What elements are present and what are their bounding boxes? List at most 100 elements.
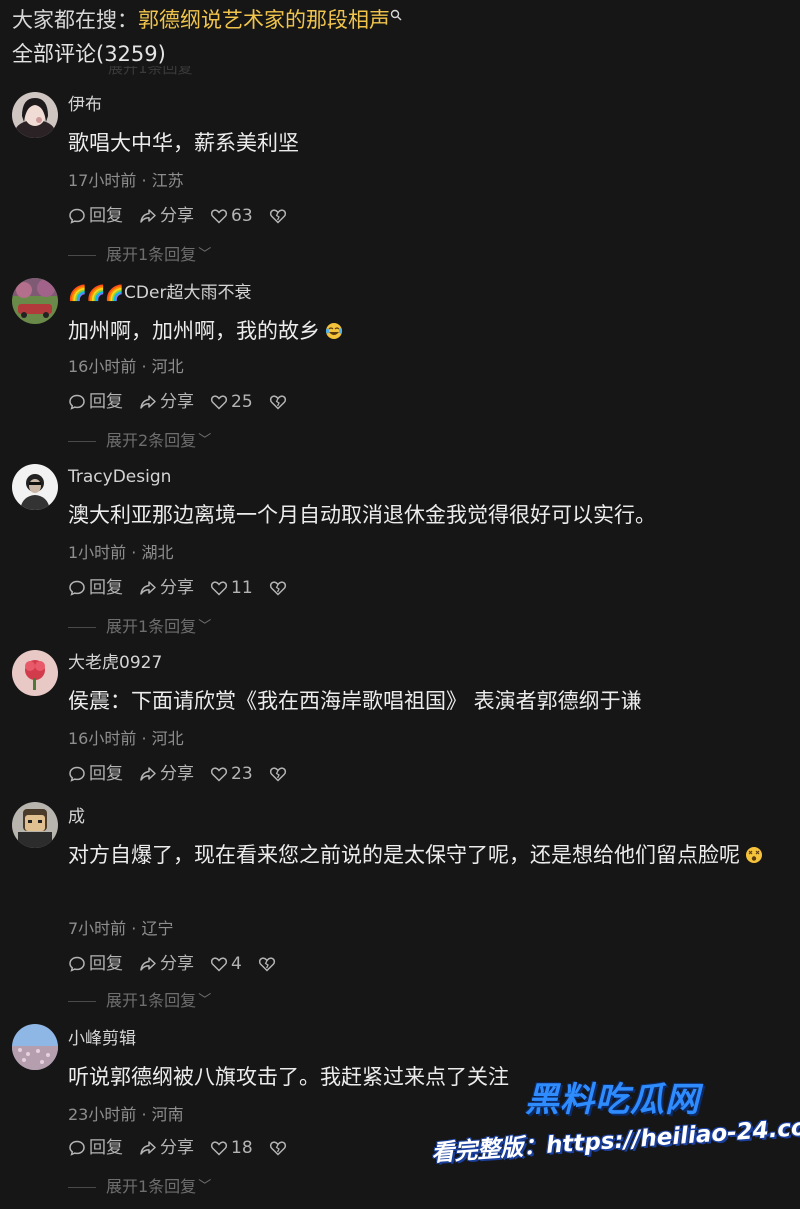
- comment-text: 加州啊，加州啊，我的故乡: [68, 314, 784, 348]
- collapsed-reply-ghost: 展开1条回复: [108, 66, 193, 76]
- avatar[interactable]: [12, 464, 58, 510]
- comment-meta: 16小时前 · 河北: [68, 357, 184, 376]
- reply-button[interactable]: 回复: [68, 204, 123, 228]
- reply-label: 回复: [89, 206, 123, 226]
- expand-replies-label: 展开1条回复: [106, 1177, 197, 1196]
- comment-actions: 回复 分享 18: [68, 1136, 306, 1160]
- like-button[interactable]: 23: [210, 762, 253, 786]
- like-button[interactable]: 18: [210, 1136, 253, 1160]
- reply-button[interactable]: 回复: [68, 952, 123, 976]
- avatar[interactable]: [12, 650, 58, 696]
- like-count: 18: [231, 1138, 253, 1158]
- like-button[interactable]: 4: [210, 952, 242, 976]
- watermark-title: 黑料吃瓜网: [525, 1080, 700, 1120]
- comment-meta: 23小时前 · 河南: [68, 1105, 184, 1124]
- avatar[interactable]: [12, 802, 58, 848]
- heart-icon: [210, 209, 228, 224]
- share-button[interactable]: 分享: [139, 1136, 194, 1160]
- dislike-button[interactable]: [269, 1139, 290, 1157]
- divider-dash: [68, 1000, 96, 1002]
- comment-username[interactable]: 大老虎0927: [68, 652, 162, 674]
- reply-label: 回复: [89, 578, 123, 598]
- dislike-button[interactable]: [269, 207, 290, 225]
- expand-replies-button[interactable]: 展开2条回复 ﹀: [68, 430, 211, 452]
- comment-actions: 回复 分享 11: [68, 576, 306, 600]
- chevron-down-icon: ﹀: [198, 433, 212, 448]
- comment-bubble-icon: [69, 1140, 85, 1156]
- share-button[interactable]: 分享: [139, 576, 194, 600]
- reply-label: 回复: [89, 1138, 123, 1158]
- expand-replies-label: 展开2条回复: [106, 431, 197, 450]
- search-icon[interactable]: [390, 0, 402, 21]
- dislike-button[interactable]: [269, 393, 290, 411]
- heart-icon: [210, 1141, 228, 1156]
- share-button[interactable]: 分享: [139, 952, 194, 976]
- like-count: 11: [231, 578, 253, 598]
- broken-heart-icon: [269, 581, 286, 596]
- like-button[interactable]: 11: [210, 576, 253, 600]
- avatar[interactable]: [12, 278, 58, 324]
- share-arrow-icon: [140, 395, 156, 409]
- chevron-down-icon: ﹀: [198, 247, 212, 262]
- comment-username[interactable]: TracyDesign: [68, 466, 171, 488]
- expand-replies-button[interactable]: 展开1条回复 ﹀: [68, 244, 211, 266]
- divider-dash: [68, 440, 96, 442]
- comment-text-content: 加州啊，加州啊，我的故乡: [68, 319, 320, 343]
- comment-username[interactable]: 成: [68, 806, 85, 828]
- like-count: 25: [231, 392, 253, 412]
- reply-button[interactable]: 回复: [68, 1136, 123, 1160]
- comment-meta: 7小时前 · 辽宁: [68, 919, 174, 938]
- like-button[interactable]: 25: [210, 390, 253, 414]
- share-button[interactable]: 分享: [139, 762, 194, 786]
- chevron-down-icon: ﹀: [198, 993, 212, 1008]
- comment-bubble-icon: [69, 580, 85, 596]
- like-button[interactable]: 63: [210, 204, 253, 228]
- like-count: 4: [231, 954, 242, 974]
- share-button[interactable]: 分享: [139, 390, 194, 414]
- comment-text-content: 对方自爆了，现在看来您之前说的是太保守了呢，还是想给他们留点脸呢: [68, 843, 740, 867]
- comment-text: 对方自爆了，现在看来您之前说的是太保守了呢，还是想给他们留点脸呢: [68, 838, 784, 872]
- reply-button[interactable]: 回复: [68, 390, 123, 414]
- expand-replies-label: 展开1条回复: [106, 617, 197, 636]
- reply-button[interactable]: 回复: [68, 576, 123, 600]
- reply-label: 回复: [89, 764, 123, 784]
- dislike-button[interactable]: [269, 579, 290, 597]
- reply-button[interactable]: 回复: [68, 762, 123, 786]
- dizzy-face-emoji-icon: [744, 841, 764, 863]
- comment-username[interactable]: 伊布: [68, 94, 102, 116]
- heart-icon: [210, 767, 228, 782]
- broken-heart-icon: [269, 395, 286, 410]
- share-arrow-icon: [140, 581, 156, 595]
- comment-username[interactable]: 小峰剪辑: [68, 1028, 136, 1050]
- expand-replies-button[interactable]: 展开1条回复 ﹀: [68, 616, 211, 638]
- avatar[interactable]: [12, 1024, 58, 1070]
- comment-bubble-icon: [69, 394, 85, 410]
- total-comments-title: 全部评论(3259): [12, 42, 166, 66]
- reply-label: 回复: [89, 392, 123, 412]
- share-label: 分享: [160, 954, 194, 974]
- dislike-button[interactable]: [269, 765, 290, 783]
- hot-search-query[interactable]: 郭德纲说艺术家的那段相声: [138, 8, 390, 32]
- comment-actions: 回复 分享 4: [68, 952, 295, 976]
- comment-actions: 回复 分享 25: [68, 390, 306, 414]
- chevron-down-icon: ﹀: [198, 1179, 212, 1194]
- comment-text: 侯震：下面请欣赏《我在西海岸歌唱祖国》 表演者郭德纲于谦: [68, 689, 642, 713]
- expand-replies-button[interactable]: 展开1条回复 ﹀: [68, 1176, 211, 1198]
- share-label: 分享: [160, 392, 194, 412]
- hot-search-bar[interactable]: 大家都在搜：郭德纲说艺术家的那段相声: [12, 6, 402, 34]
- share-arrow-icon: [140, 957, 156, 971]
- share-label: 分享: [160, 578, 194, 598]
- broken-heart-icon: [269, 1141, 286, 1156]
- comment-actions: 回复 分享 63: [68, 204, 306, 228]
- like-count: 23: [231, 764, 253, 784]
- share-label: 分享: [160, 1138, 194, 1158]
- expand-replies-button[interactable]: 展开1条回复 ﹀: [68, 990, 211, 1012]
- comment-username[interactable]: 🌈🌈🌈CDer超大雨不衰: [68, 282, 251, 304]
- share-arrow-icon: [140, 209, 156, 223]
- like-count: 63: [231, 206, 253, 226]
- rainbow-flags: 🌈🌈🌈: [68, 284, 125, 302]
- avatar[interactable]: [12, 92, 58, 138]
- dislike-button[interactable]: [258, 955, 279, 973]
- comment-bubble-icon: [69, 208, 85, 224]
- share-button[interactable]: 分享: [139, 204, 194, 228]
